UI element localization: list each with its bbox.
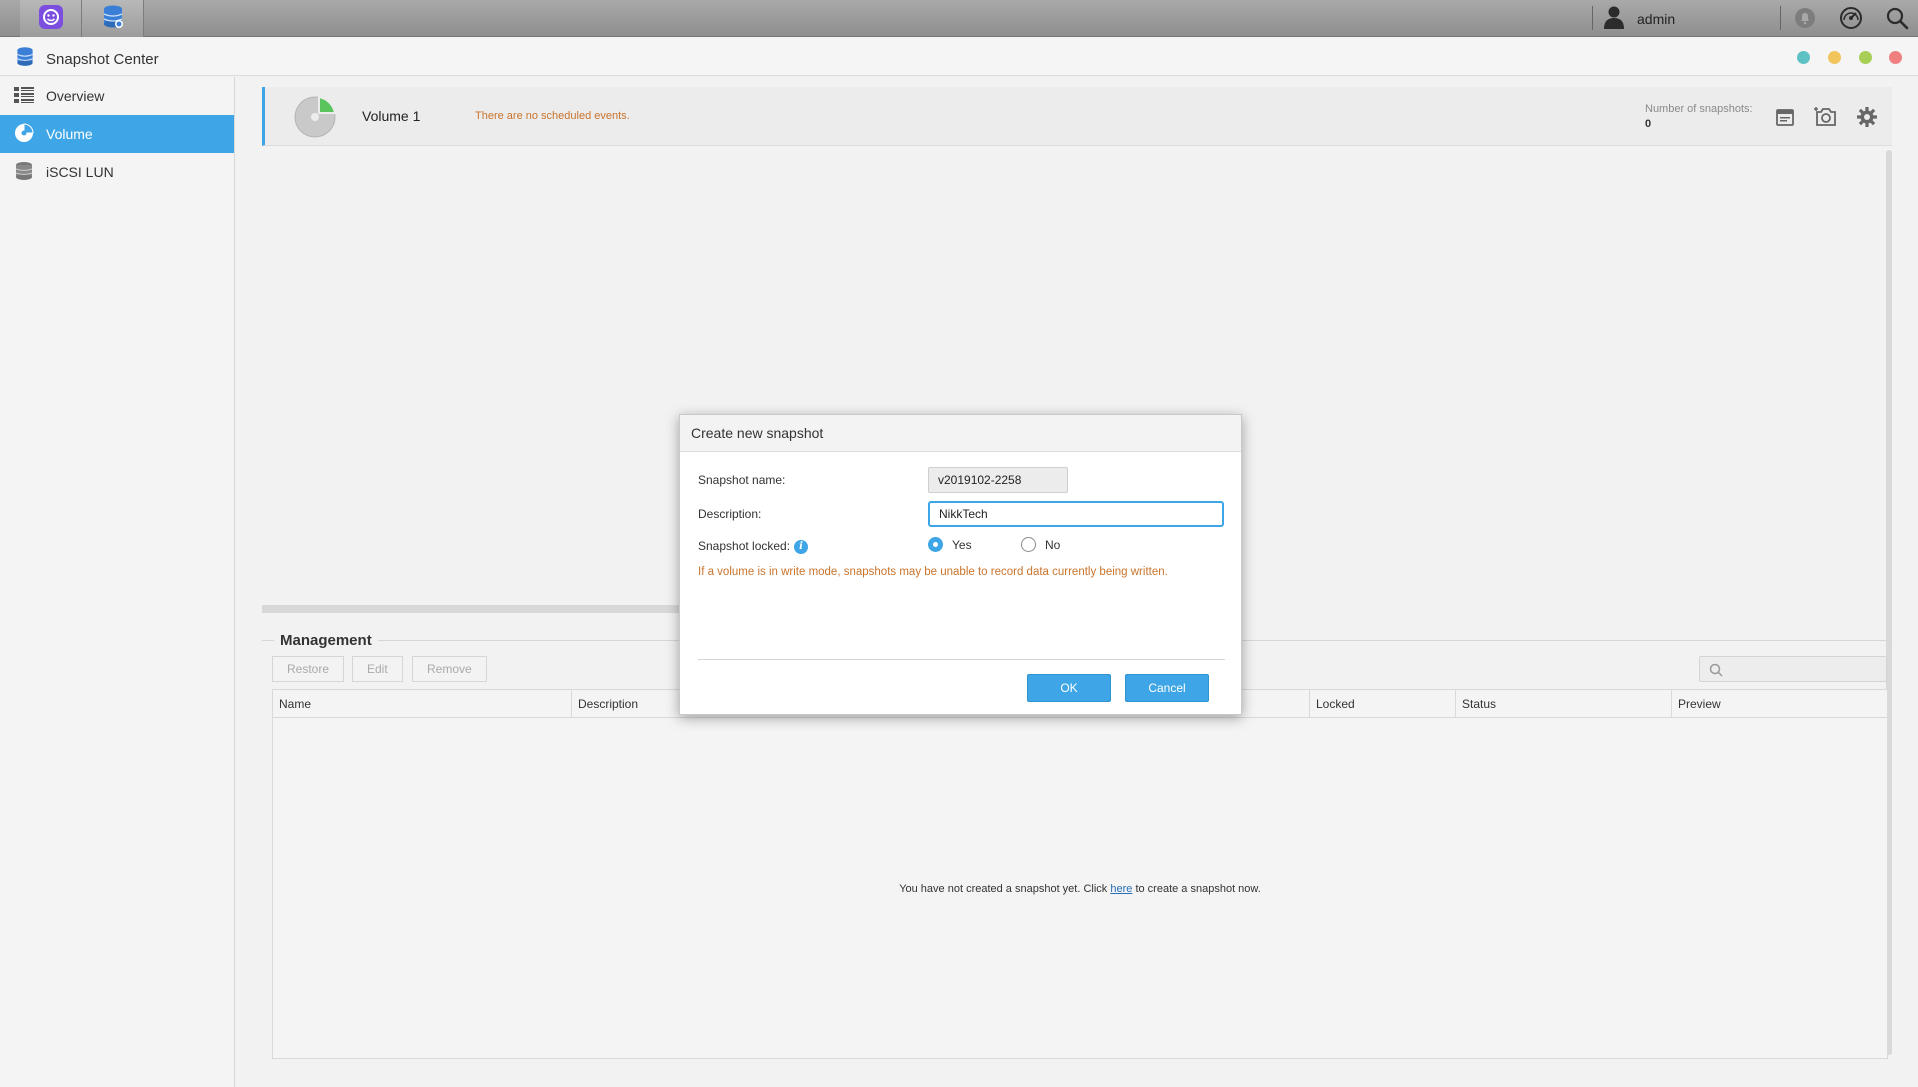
locked-no-radio[interactable]: No [1021, 537, 1060, 552]
notification-icon[interactable] [1792, 5, 1818, 31]
snapshot-center-icon [14, 46, 36, 72]
empty-message-text: You have not created a snapshot yet. Cli… [899, 883, 1111, 895]
empty-table-message: You have not created a snapshot yet. Cli… [273, 883, 1887, 895]
window-minimize-button[interactable] [1828, 51, 1841, 64]
schedule-icon[interactable] [1772, 104, 1798, 130]
snapshot-count: 0 [1645, 118, 1652, 130]
radio-selected-icon [928, 537, 943, 552]
remove-button[interactable]: Remove [412, 656, 487, 682]
search-icon[interactable] [1884, 5, 1910, 31]
list-icon [14, 86, 34, 106]
cancel-button[interactable]: Cancel [1125, 674, 1209, 702]
taskbar-separator [1780, 6, 1781, 30]
write-mode-warning: If a volume is in write mode, snapshots … [698, 566, 1168, 578]
info-icon[interactable]: i [794, 539, 809, 554]
description-field[interactable] [928, 501, 1224, 527]
app-title: Snapshot Center [14, 46, 159, 72]
snapshot-app-icon [101, 4, 125, 33]
user-menu[interactable]: admin [1603, 5, 1675, 32]
window-close-button[interactable] [1889, 51, 1902, 64]
ok-button[interactable]: OK [1027, 674, 1111, 702]
radio-label: Yes [952, 537, 972, 552]
taskbar: admin [0, 0, 1918, 37]
management-title: Management [274, 632, 378, 649]
sidebar-item-label: Volume [46, 126, 93, 142]
column-header-name[interactable]: Name [273, 690, 571, 718]
description-label: Description: [698, 507, 762, 521]
snapshot-table: Name Description Locked Status Preview Y… [272, 689, 1888, 1059]
snapshot-locked-row: Snapshot locked: i [698, 539, 809, 554]
create-snapshot-dialog: Create new snapshot Snapshot name: Descr… [679, 414, 1242, 715]
volume-usage-bar [262, 605, 682, 613]
radio-unselected-icon [1021, 537, 1036, 552]
volume-events: There are no scheduled events. [475, 110, 630, 122]
taskbar-app-helpdesk[interactable] [20, 0, 82, 37]
snapshot-count-label: Number of snapshots: [1645, 103, 1753, 115]
sidebar-item-label: Overview [46, 88, 105, 104]
empty-message-text: to create a snapshot now. [1132, 883, 1261, 895]
snapshot-name-label: Snapshot name: [698, 473, 786, 487]
take-snapshot-icon[interactable] [1813, 104, 1839, 130]
dashboard-icon[interactable] [1838, 5, 1864, 31]
locked-yes-radio[interactable]: Yes [928, 537, 972, 552]
edit-button[interactable]: Edit [352, 656, 403, 682]
snapshot-search-input[interactable] [1699, 656, 1887, 682]
dialog-divider [698, 659, 1225, 660]
column-header-preview[interactable]: Preview [1671, 690, 1887, 718]
user-name: admin [1637, 10, 1676, 27]
column-header-locked[interactable]: Locked [1309, 690, 1455, 718]
sidebar: Overview Volume iSCSI LUN [0, 77, 235, 1087]
create-snapshot-link[interactable]: here [1110, 883, 1132, 895]
snapshot-locked-label: Snapshot locked: [698, 539, 791, 553]
dialog-title: Create new snapshot [680, 415, 1241, 452]
sidebar-item-volume[interactable]: Volume [0, 115, 234, 153]
volume-icon [14, 122, 34, 146]
volume-card[interactable]: Volume 1 There are no scheduled events. … [262, 87, 1892, 146]
window-titlebar: Snapshot Center [0, 38, 1918, 76]
gear-icon[interactable] [1854, 104, 1880, 130]
taskbar-app-snapshot[interactable] [82, 0, 144, 37]
helpdesk-app-icon [38, 4, 64, 33]
sidebar-item-iscsi-lun[interactable]: iSCSI LUN [0, 153, 234, 191]
snapshot-name-field[interactable] [928, 467, 1068, 493]
app-title-text: Snapshot Center [46, 50, 159, 68]
lun-icon [14, 161, 34, 184]
user-icon [1603, 5, 1625, 32]
column-header-status[interactable]: Status [1455, 690, 1671, 718]
window-maximize-button[interactable] [1859, 51, 1872, 64]
sidebar-item-overview[interactable]: Overview [0, 77, 234, 115]
restore-button[interactable]: Restore [272, 656, 345, 682]
sidebar-item-label: iSCSI LUN [46, 164, 114, 180]
window-help-button[interactable] [1797, 51, 1810, 64]
volume-name: Volume 1 [362, 108, 421, 124]
taskbar-separator [1592, 6, 1593, 30]
volume-usage-icon [293, 95, 337, 142]
radio-label: No [1045, 537, 1061, 552]
